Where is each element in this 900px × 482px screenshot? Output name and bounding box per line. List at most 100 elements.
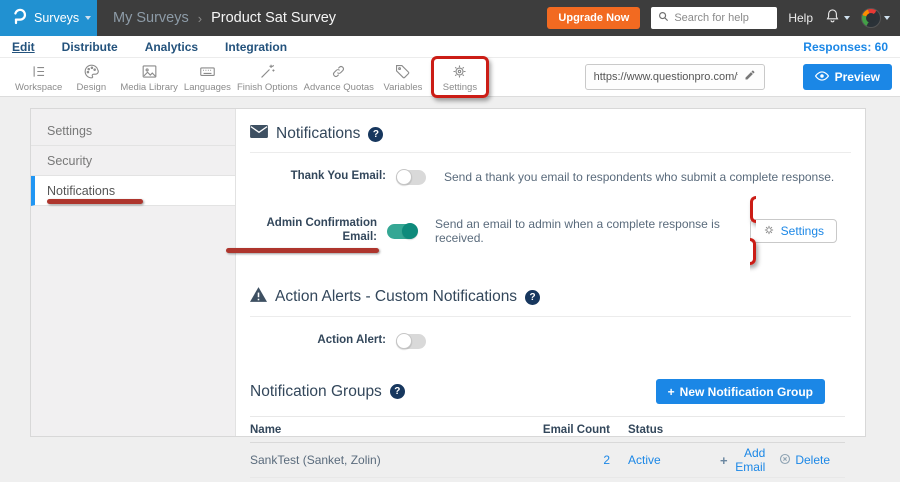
workspace-icon — [29, 62, 48, 81]
topbar-right-group: Upgrade Now Help — [547, 7, 900, 30]
gear-icon — [763, 224, 775, 239]
admin-email-settings-wrap: Settings — [750, 201, 837, 261]
sidebar-item-label: Notifications — [47, 184, 115, 198]
toolbar-label: Languages — [184, 82, 231, 93]
group-email-count-link[interactable]: 2 — [603, 453, 610, 467]
annotation-box-settings-button: Settings — [750, 196, 837, 265]
tab-distribute[interactable]: Distribute — [62, 40, 118, 54]
breadcrumb: My Surveys › Product Sat Survey — [113, 10, 336, 26]
avatar — [861, 8, 881, 28]
tag-icon — [393, 62, 412, 81]
divider — [250, 152, 851, 153]
preview-label: Preview — [835, 70, 880, 84]
tab-analytics[interactable]: Analytics — [145, 40, 198, 54]
new-group-button-label: New Notification Group — [680, 385, 813, 399]
help-icon[interactable]: ? — [390, 384, 405, 399]
chain-link-icon — [329, 62, 348, 81]
toggle-knob — [396, 169, 412, 185]
survey-nav: Edit Distribute Analytics Integration Re… — [0, 36, 900, 58]
new-notification-group-button[interactable]: + New Notification Group — [656, 379, 825, 404]
delete-link[interactable]: Delete — [779, 453, 830, 468]
toolbar-item-variables[interactable]: Variables — [377, 59, 429, 95]
thank-you-email-description: Send a thank you email to respondents wh… — [444, 170, 834, 184]
account-menu[interactable] — [861, 8, 890, 28]
action-alert-row: Action Alert: — [250, 330, 851, 352]
admin-email-settings-button[interactable]: Settings — [750, 219, 837, 243]
toolbar-item-media-library[interactable]: Media Library — [117, 59, 181, 95]
search-icon — [658, 9, 669, 27]
sidebar-item-security[interactable]: Security — [31, 146, 235, 176]
sidebar-item-notifications[interactable]: Notifications — [31, 176, 235, 206]
help-link[interactable]: Help — [788, 11, 813, 25]
keyboard-icon — [198, 62, 217, 81]
help-icon[interactable]: ? — [368, 127, 383, 142]
pencil-icon[interactable] — [744, 68, 756, 86]
annotation-underline-notifications — [47, 199, 143, 204]
annotation-box-settings-toolbar: Settings — [431, 56, 489, 98]
gear-icon — [450, 62, 469, 81]
surveys-product-menu[interactable]: Surveys — [0, 0, 97, 36]
admin-confirmation-email-row: Admin Confirmation Email: Send an email … — [250, 201, 851, 261]
sidebar-item-label: Settings — [47, 124, 92, 138]
annotation-underline-admin-email — [226, 248, 379, 253]
settings-sidebar: Settings Security Notifications — [31, 109, 236, 436]
toolbar-label: Advance Quotas — [304, 82, 374, 93]
header-status: Status — [610, 424, 720, 436]
toolbar-label: Settings — [443, 82, 477, 93]
action-alert-toggle[interactable] — [396, 334, 426, 349]
admin-confirmation-email-toggle[interactable] — [387, 224, 417, 239]
notifications-title: Notifications — [276, 125, 360, 143]
admin-confirmation-email-description: Send an email to admin when a complete r… — [435, 217, 750, 245]
breadcrumb-current-survey: Product Sat Survey — [211, 10, 336, 26]
tab-integration[interactable]: Integration — [225, 40, 287, 54]
toolbar-item-workspace[interactable]: Workspace — [12, 59, 65, 95]
work-area: Settings Security Notifications Notifica… — [0, 97, 900, 482]
breadcrumb-my-surveys[interactable]: My Surveys — [113, 10, 189, 26]
toolbar-right-group: https://www.questionpro.com/t/. Preview — [585, 64, 900, 90]
sidebar-item-label: Security — [47, 154, 92, 168]
help-icon[interactable]: ? — [525, 290, 540, 305]
notifications-bell-menu[interactable] — [824, 7, 850, 30]
upgrade-now-button[interactable]: Upgrade Now — [547, 7, 640, 29]
add-email-label: Add Email — [732, 446, 766, 474]
divider — [250, 316, 851, 317]
palette-icon — [82, 62, 101, 81]
toolbar-label: Workspace — [15, 82, 62, 93]
notification-groups-table: Name Email Count Status SankTest (Sanket… — [250, 416, 845, 478]
bell-icon — [824, 7, 841, 30]
toolbar-item-finish-options[interactable]: Finish Options — [234, 59, 301, 95]
table-row: SankTest (Sanket, Zolin) 2 Active + Add … — [250, 443, 845, 478]
toolbar-item-settings[interactable]: Settings — [434, 59, 486, 95]
admin-confirmation-email-label-text: Admin Confirmation Email: — [266, 217, 377, 243]
notification-groups-title: Notification Groups — [250, 383, 382, 401]
preview-button[interactable]: Preview — [803, 64, 892, 90]
help-search-box[interactable] — [651, 7, 777, 29]
thank-you-email-toggle[interactable] — [396, 170, 426, 185]
notification-groups-header: Notification Groups ? + New Notification… — [250, 379, 851, 404]
thank-you-email-row: Thank You Email: Send a thank you email … — [250, 166, 851, 188]
thank-you-email-label: Thank You Email: — [250, 170, 386, 184]
header-email-count: Email Count — [540, 424, 610, 436]
toolbar-item-design[interactable]: Design — [65, 59, 117, 95]
sidebar-item-settings[interactable]: Settings — [31, 116, 235, 146]
survey-url-field[interactable]: https://www.questionpro.com/t/. — [585, 64, 765, 90]
plus-icon: + — [720, 453, 728, 468]
responses-count[interactable]: Responses: 60 — [803, 40, 888, 54]
help-search-input[interactable] — [674, 12, 770, 24]
admin-confirmation-email-label: Admin Confirmation Email: — [250, 217, 377, 245]
toolbar-label: Media Library — [120, 82, 178, 93]
table-header-row: Name Email Count Status — [250, 416, 845, 443]
delete-circle-x-icon — [779, 453, 791, 468]
wand-icon — [258, 62, 277, 81]
eye-icon — [815, 70, 829, 84]
breadcrumb-separator-icon: › — [198, 11, 202, 26]
group-actions: + Add Email Delete — [720, 446, 845, 474]
tab-edit[interactable]: Edit — [12, 40, 35, 54]
toolbar-item-advance-quotas[interactable]: Advance Quotas — [301, 59, 377, 95]
chevron-down-icon — [844, 16, 850, 20]
add-email-link[interactable]: + Add Email — [720, 446, 765, 474]
delete-label: Delete — [795, 453, 830, 467]
group-status-link[interactable]: Active — [628, 453, 661, 467]
toolbar-item-languages[interactable]: Languages — [181, 59, 234, 95]
group-name: SankTest (Sanket, Zolin) — [250, 453, 540, 467]
